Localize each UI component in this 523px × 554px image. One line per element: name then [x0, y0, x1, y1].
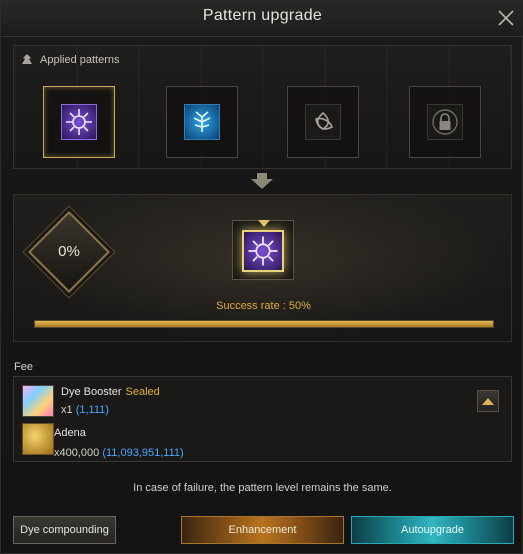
autoupgrade-button[interactable]: Autoupgrade: [351, 516, 514, 544]
purple-crest-pattern-icon: [242, 230, 284, 272]
down-arrow-icon: [251, 173, 273, 189]
applied-patterns-label: Applied patterns: [40, 54, 120, 66]
fee-label: Fee: [14, 361, 33, 373]
dye-booster-icon: [22, 385, 54, 417]
item-qty: x1: [61, 404, 73, 416]
chance-value: 0%: [58, 243, 80, 260]
close-icon[interactable]: [496, 8, 516, 28]
triangle-up-icon: [482, 398, 494, 405]
pattern-icon: [22, 54, 32, 64]
pattern-slot-1[interactable]: [43, 86, 115, 158]
dye-compounding-button[interactable]: Dye compounding: [13, 516, 116, 544]
success-rate: Success rate : 50%: [216, 300, 311, 312]
triquetra-pattern-icon: [305, 104, 341, 140]
title-bar[interactable]: Pattern upgrade: [1, 1, 523, 37]
lock-icon: [427, 104, 463, 140]
window-title: Pattern upgrade: [202, 7, 323, 24]
upgrade-panel: 0% Success rate : 50%: [13, 194, 512, 342]
upgrade-progress-bar: [34, 320, 494, 328]
pointer-icon: [258, 220, 270, 227]
fee-list: Dye Booster Sealed x1 (1,111) Adena x400,…: [13, 376, 512, 462]
collapse-button[interactable]: [477, 390, 499, 412]
item-owned: (1,111): [75, 404, 109, 416]
sealed-tag: Sealed: [125, 386, 160, 398]
item-name: Dye Booster: [61, 386, 122, 398]
applied-patterns-panel: Applied patterns: [13, 45, 512, 169]
enhancement-button[interactable]: Enhancement: [181, 516, 344, 544]
adena-coins-icon: [22, 423, 54, 455]
pattern-upgrade-window: Pattern upgrade Applied patterns 0% Succ…: [0, 0, 523, 554]
blue-crest-pattern-icon: [184, 104, 220, 140]
purple-crest-pattern-icon: [61, 104, 97, 140]
item-name: Adena: [54, 427, 86, 439]
progress-fill: [35, 321, 493, 327]
failure-note: In case of failure, the pattern level re…: [133, 482, 392, 494]
pattern-slot-4[interactable]: [409, 86, 481, 158]
pattern-slot-3[interactable]: [287, 86, 359, 158]
pattern-slot-2[interactable]: [166, 86, 238, 158]
item-owned: (11,093,951,111): [102, 447, 184, 459]
item-qty: x400,000: [54, 447, 100, 459]
target-pattern-slot[interactable]: [232, 220, 294, 280]
